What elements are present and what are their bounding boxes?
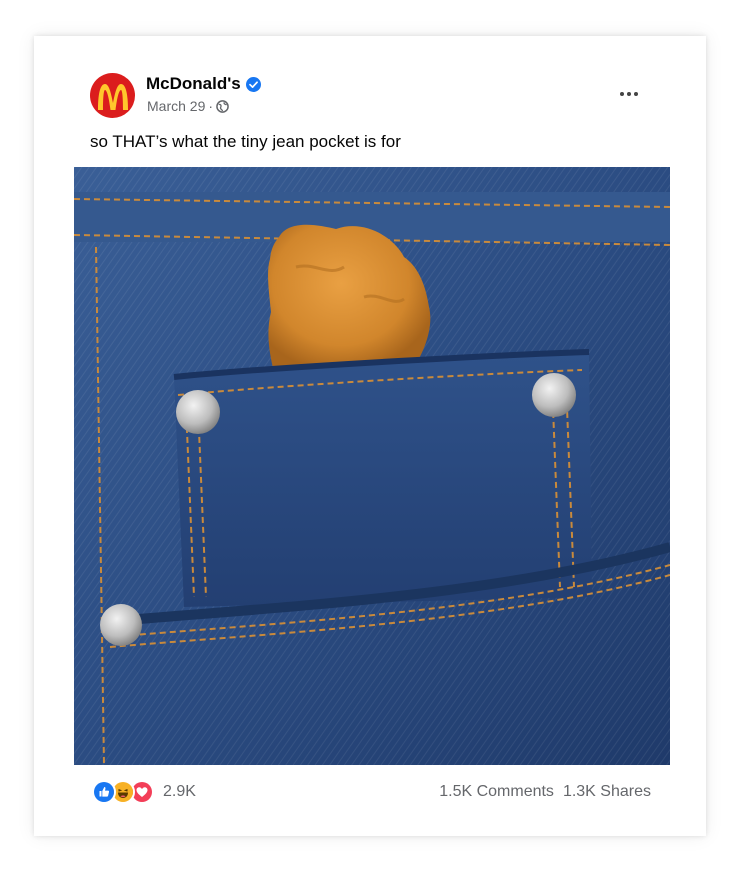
dot <box>634 92 638 96</box>
page-avatar[interactable] <box>90 73 135 118</box>
post-meta: March 29 · <box>147 98 229 114</box>
post-card: McDonald's March 29 · so THAT’s what the… <box>34 36 706 836</box>
like-icon <box>92 780 116 804</box>
meta-separator: · <box>208 98 214 114</box>
post-date-link[interactable]: March 29 <box>147 98 205 114</box>
post-stats: 1.5K Comments 1.3K Shares <box>439 783 651 801</box>
post-photo[interactable] <box>74 167 670 765</box>
comments-count-link[interactable]: 1.5K Comments <box>439 783 554 801</box>
globe-icon[interactable] <box>216 99 229 113</box>
reaction-count[interactable]: 2.9K <box>163 783 196 801</box>
post-caption: so THAT’s what the tiny jean pocket is f… <box>90 132 401 151</box>
dot <box>620 92 624 96</box>
page-name-link[interactable]: McDonald's <box>146 74 241 94</box>
reactions-summary[interactable]: 2.9K <box>92 780 196 804</box>
shares-count-link[interactable]: 1.3K Shares <box>563 783 651 801</box>
page-name-row: McDonald's <box>146 74 261 94</box>
reaction-icons <box>92 780 154 804</box>
mcdonalds-logo-icon <box>97 83 128 110</box>
nugget-in-jean-pocket-image <box>74 167 670 765</box>
dot <box>627 92 631 96</box>
verified-badge-icon <box>245 76 261 92</box>
more-options-icon[interactable] <box>614 82 644 106</box>
